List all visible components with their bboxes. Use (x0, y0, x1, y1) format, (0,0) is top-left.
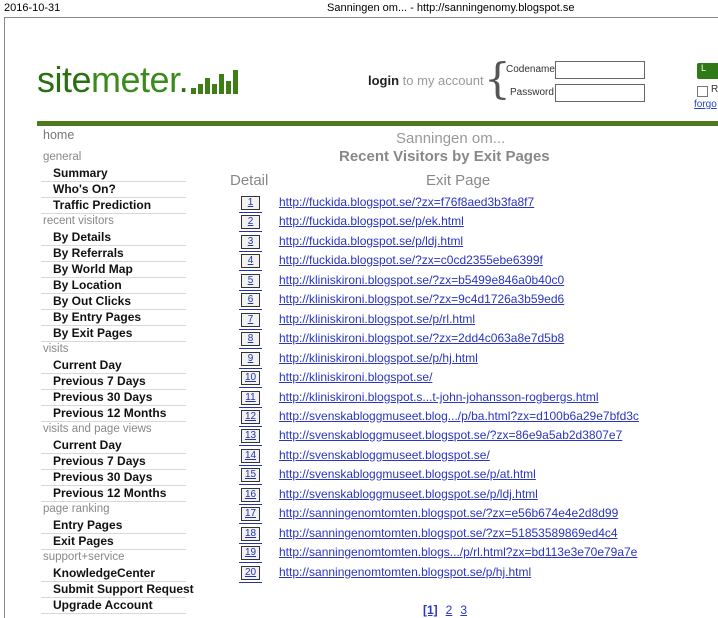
exit-page-link[interactable]: http://svenskabloggmuseet.blog.../p/ba.h… (279, 409, 639, 423)
detail-number-button[interactable]: 19 (239, 546, 262, 563)
detail-number-button[interactable]: 7 (239, 313, 262, 330)
detail-number-button[interactable]: 17 (239, 507, 262, 524)
sidebar-item[interactable]: Summary (41, 166, 186, 182)
sidebar-item[interactable]: Traffic Prediction (41, 198, 186, 214)
detail-number-button[interactable]: 20 (239, 566, 262, 583)
exit-page-link[interactable]: http://fuckida.blogspot.se/p/ldj.html (279, 234, 463, 248)
detail-number-button[interactable]: 3 (239, 235, 262, 252)
sidebar-item[interactable]: By Referrals (41, 246, 186, 262)
site-name: Sanningen om... (396, 130, 506, 147)
exit-page-link[interactable]: http://kliniskironi.blogspot.se/p/rl.htm… (279, 312, 475, 326)
sidebar-item[interactable]: By Out Clicks (41, 294, 186, 310)
detail-number-button[interactable]: 12 (239, 410, 262, 427)
sidebar-section-heading: recent visitors (43, 215, 114, 227)
codename-label: Codename (506, 64, 555, 75)
codename-field[interactable] (555, 61, 645, 79)
detail-number-button[interactable]: 5 (239, 274, 262, 291)
exit-page-link[interactable]: http://sanningenomtomten.blogspot.se/?zx… (279, 526, 618, 540)
detail-number-button[interactable]: 6 (239, 293, 262, 310)
sidebar-nav: home general Summary Who's On? Traffic Pred… (41, 128, 194, 614)
sidebar-item[interactable]: Who's On? (41, 182, 186, 198)
exit-page-link[interactable]: http://kliniskironi.blogspot.se/?zx=9c4d… (279, 292, 564, 306)
exit-page-link[interactable]: http://sanningenomtomten.blogspot.se/p/h… (279, 565, 531, 579)
sidebar-item[interactable]: Entry Pages (41, 518, 186, 534)
sidebar-item[interactable]: By Location (41, 278, 186, 294)
sidebar-item[interactable]: Current Day (41, 358, 186, 374)
page-link[interactable]: 3 (460, 603, 467, 617)
remember-label: R (711, 84, 718, 95)
sidebar-item[interactable]: Previous 12 Months (41, 486, 186, 502)
pagination: [1] 2 3 (423, 603, 475, 617)
detail-number-button[interactable]: 9 (239, 352, 262, 369)
sidebar-item[interactable]: By Exit Pages (41, 326, 186, 342)
exit-page-link[interactable]: http://kliniskironi.blogspot.se/ (279, 370, 432, 384)
exit-page-link[interactable]: http://svenskabloggmuseet.blogspot.se/?z… (279, 428, 622, 442)
sidebar-item[interactable]: By Entry Pages (41, 310, 186, 326)
sidebar-item[interactable]: Previous 7 Days (41, 454, 186, 470)
report-title: Recent Visitors by Exit Pages (339, 148, 550, 165)
exit-page-link[interactable]: http://kliniskironi.blogspot.se/p/hj.htm… (279, 351, 478, 365)
bar-graph-icon (191, 70, 239, 94)
detail-number-button[interactable]: 18 (239, 527, 262, 544)
detail-number-button[interactable]: 11 (239, 391, 262, 408)
sidebar-item[interactable]: Submit Support Request (41, 582, 194, 598)
header-divider (37, 121, 718, 126)
sidebar-item[interactable]: Current Day (41, 438, 186, 454)
sidebar-section-heading: support+service (43, 551, 125, 563)
exit-page-link[interactable]: http://sanningenomtomten.blogs.../p/rl.h… (279, 545, 637, 559)
sidebar-item[interactable]: By World Map (41, 262, 186, 278)
detail-number-button[interactable]: 15 (239, 468, 262, 485)
sidebar-item[interactable]: Previous 30 Days (41, 470, 186, 486)
login-prompt: login to my account (368, 73, 484, 88)
sidebar-item[interactable]: By Details (41, 230, 186, 246)
page-link[interactable]: [1] (423, 603, 438, 617)
forgot-password-link[interactable]: forgo (694, 99, 717, 110)
print-page-title: Sanningen om... - http://sanningenomy.bl… (327, 2, 575, 14)
detail-number-button[interactable]: 4 (239, 254, 262, 271)
sidebar-section-heading: page ranking (43, 503, 110, 515)
sidebar-item[interactable]: Previous 12 Months (41, 406, 186, 422)
page-link[interactable]: 2 (446, 603, 453, 617)
sidebar-home-link[interactable]: home (41, 128, 186, 150)
detail-number-button[interactable]: 8 (239, 332, 262, 349)
sidebar-section-heading: visits and page views (43, 423, 152, 435)
password-label: Password (510, 87, 554, 98)
sidebar-section-heading: visits (43, 343, 69, 355)
sidebar-item[interactable]: Previous 30 Days (41, 390, 186, 406)
exit-page-link[interactable]: http://fuckida.blogspot.se/?zx=c0cd2355e… (279, 253, 543, 267)
detail-number-button[interactable]: 14 (239, 449, 262, 466)
exit-page-link[interactable]: http://fuckida.blogspot.se/?zx=f76f8aed3… (279, 195, 534, 209)
exit-page-link[interactable]: http://kliniskironi.blogspot.se/?zx=2dd4… (279, 331, 564, 345)
sidebar-section-heading: general (43, 151, 82, 163)
sitemeter-logo[interactable]: sitemeter. (37, 60, 239, 100)
detail-column-header: Detail (230, 172, 269, 189)
sidebar-item[interactable]: KnowledgeCenter (41, 566, 186, 582)
sidebar-item[interactable]: Previous 7 Days (41, 374, 186, 390)
print-header: 2016-10-31 Sanningen om... - http://sann… (0, 0, 718, 16)
exit-page-link[interactable]: http://svenskabloggmuseet.blogspot.se/p/… (279, 467, 536, 481)
exit-page-column-header: Exit Page (426, 172, 491, 189)
exit-page-link[interactable]: http://svenskabloggmuseet.blogspot.se/p/… (279, 487, 538, 501)
exit-page-link[interactable]: http://fuckida.blogspot.se/p/ek.html (279, 214, 464, 228)
login-button[interactable]: L (697, 63, 718, 79)
detail-number-button[interactable]: 10 (239, 371, 262, 388)
exit-page-link[interactable]: http://kliniskironi.blogspot.s...t-john-… (279, 390, 599, 404)
exit-page-link[interactable]: http://kliniskironi.blogspot.se/?zx=b549… (279, 273, 564, 287)
exit-page-link[interactable]: http://sanningenomtomten.blogspot.se/?zx… (279, 506, 618, 520)
detail-number-button[interactable]: 16 (239, 488, 262, 505)
password-field[interactable] (555, 84, 645, 102)
print-date: 2016-10-31 (4, 2, 61, 14)
detail-number-button[interactable]: 13 (239, 429, 262, 446)
detail-number-button[interactable]: 1 (239, 196, 262, 213)
remember-checkbox[interactable] (697, 86, 708, 97)
exit-page-link[interactable]: http://svenskabloggmuseet.blogspot.se/ (279, 448, 490, 462)
sidebar-item[interactable]: Upgrade Account (41, 598, 186, 614)
sidebar-item[interactable]: Exit Pages (41, 534, 186, 550)
detail-number-button[interactable]: 2 (239, 215, 262, 232)
